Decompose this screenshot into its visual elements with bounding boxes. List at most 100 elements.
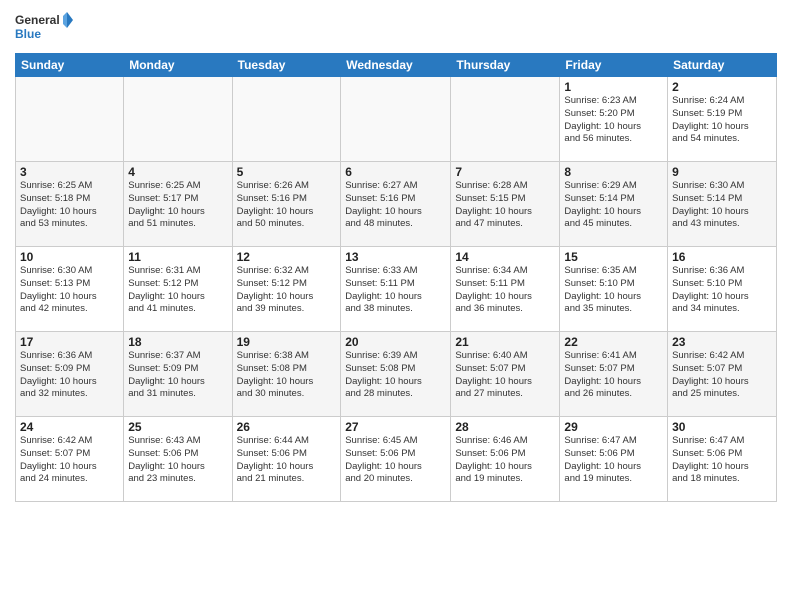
calendar-week-row: 1Sunrise: 6:23 AMSunset: 5:20 PMDaylight… [16, 77, 777, 162]
day-info: Sunrise: 6:36 AMSunset: 5:10 PMDaylight:… [672, 265, 772, 316]
calendar-cell: 27Sunrise: 6:45 AMSunset: 5:06 PMDayligh… [341, 417, 451, 502]
svg-text:General: General [15, 13, 60, 27]
day-info: Sunrise: 6:33 AMSunset: 5:11 PMDaylight:… [345, 265, 446, 316]
calendar-cell: 1Sunrise: 6:23 AMSunset: 5:20 PMDaylight… [560, 77, 668, 162]
day-number: 6 [345, 165, 446, 179]
calendar-header-row: SundayMondayTuesdayWednesdayThursdayFrid… [16, 54, 777, 77]
calendar-week-row: 24Sunrise: 6:42 AMSunset: 5:07 PMDayligh… [16, 417, 777, 502]
day-number: 14 [455, 250, 555, 264]
day-info: Sunrise: 6:46 AMSunset: 5:06 PMDaylight:… [455, 435, 555, 486]
day-number: 13 [345, 250, 446, 264]
day-number: 7 [455, 165, 555, 179]
day-info: Sunrise: 6:25 AMSunset: 5:17 PMDaylight:… [128, 180, 227, 231]
calendar-week-row: 3Sunrise: 6:25 AMSunset: 5:18 PMDaylight… [16, 162, 777, 247]
day-number: 8 [564, 165, 663, 179]
day-info: Sunrise: 6:28 AMSunset: 5:15 PMDaylight:… [455, 180, 555, 231]
weekday-header-tuesday: Tuesday [232, 54, 341, 77]
day-info: Sunrise: 6:42 AMSunset: 5:07 PMDaylight:… [20, 435, 119, 486]
day-info: Sunrise: 6:37 AMSunset: 5:09 PMDaylight:… [128, 350, 227, 401]
day-number: 10 [20, 250, 119, 264]
calendar-cell: 29Sunrise: 6:47 AMSunset: 5:06 PMDayligh… [560, 417, 668, 502]
day-number: 15 [564, 250, 663, 264]
calendar-table: SundayMondayTuesdayWednesdayThursdayFrid… [15, 53, 777, 502]
day-number: 28 [455, 420, 555, 434]
day-number: 17 [20, 335, 119, 349]
day-number: 16 [672, 250, 772, 264]
day-number: 11 [128, 250, 227, 264]
day-number: 5 [237, 165, 337, 179]
calendar-cell [232, 77, 341, 162]
weekday-header-sunday: Sunday [16, 54, 124, 77]
calendar-week-row: 17Sunrise: 6:36 AMSunset: 5:09 PMDayligh… [16, 332, 777, 417]
calendar-cell: 15Sunrise: 6:35 AMSunset: 5:10 PMDayligh… [560, 247, 668, 332]
day-number: 2 [672, 80, 772, 94]
calendar-cell: 8Sunrise: 6:29 AMSunset: 5:14 PMDaylight… [560, 162, 668, 247]
day-number: 23 [672, 335, 772, 349]
day-number: 24 [20, 420, 119, 434]
day-number: 27 [345, 420, 446, 434]
calendar-cell: 16Sunrise: 6:36 AMSunset: 5:10 PMDayligh… [668, 247, 777, 332]
calendar-cell: 17Sunrise: 6:36 AMSunset: 5:09 PMDayligh… [16, 332, 124, 417]
day-info: Sunrise: 6:26 AMSunset: 5:16 PMDaylight:… [237, 180, 337, 231]
day-info: Sunrise: 6:30 AMSunset: 5:13 PMDaylight:… [20, 265, 119, 316]
day-info: Sunrise: 6:27 AMSunset: 5:16 PMDaylight:… [345, 180, 446, 231]
day-number: 9 [672, 165, 772, 179]
calendar-cell: 20Sunrise: 6:39 AMSunset: 5:08 PMDayligh… [341, 332, 451, 417]
day-number: 25 [128, 420, 227, 434]
day-info: Sunrise: 6:45 AMSunset: 5:06 PMDaylight:… [345, 435, 446, 486]
weekday-header-wednesday: Wednesday [341, 54, 451, 77]
day-info: Sunrise: 6:25 AMSunset: 5:18 PMDaylight:… [20, 180, 119, 231]
day-number: 3 [20, 165, 119, 179]
calendar-cell: 24Sunrise: 6:42 AMSunset: 5:07 PMDayligh… [16, 417, 124, 502]
day-info: Sunrise: 6:36 AMSunset: 5:09 PMDaylight:… [20, 350, 119, 401]
weekday-header-saturday: Saturday [668, 54, 777, 77]
calendar-cell: 14Sunrise: 6:34 AMSunset: 5:11 PMDayligh… [451, 247, 560, 332]
calendar-cell [16, 77, 124, 162]
day-number: 12 [237, 250, 337, 264]
day-info: Sunrise: 6:39 AMSunset: 5:08 PMDaylight:… [345, 350, 446, 401]
day-number: 29 [564, 420, 663, 434]
day-number: 26 [237, 420, 337, 434]
day-info: Sunrise: 6:44 AMSunset: 5:06 PMDaylight:… [237, 435, 337, 486]
day-info: Sunrise: 6:47 AMSunset: 5:06 PMDaylight:… [672, 435, 772, 486]
calendar-cell: 12Sunrise: 6:32 AMSunset: 5:12 PMDayligh… [232, 247, 341, 332]
calendar-cell [451, 77, 560, 162]
day-number: 19 [237, 335, 337, 349]
calendar-cell: 6Sunrise: 6:27 AMSunset: 5:16 PMDaylight… [341, 162, 451, 247]
svg-text:Blue: Blue [15, 27, 41, 41]
day-number: 4 [128, 165, 227, 179]
day-info: Sunrise: 6:30 AMSunset: 5:14 PMDaylight:… [672, 180, 772, 231]
calendar-cell: 11Sunrise: 6:31 AMSunset: 5:12 PMDayligh… [124, 247, 232, 332]
calendar-cell: 19Sunrise: 6:38 AMSunset: 5:08 PMDayligh… [232, 332, 341, 417]
calendar-cell [341, 77, 451, 162]
day-info: Sunrise: 6:29 AMSunset: 5:14 PMDaylight:… [564, 180, 663, 231]
calendar-cell: 30Sunrise: 6:47 AMSunset: 5:06 PMDayligh… [668, 417, 777, 502]
page-header: General Blue [15, 10, 777, 48]
calendar-cell: 22Sunrise: 6:41 AMSunset: 5:07 PMDayligh… [560, 332, 668, 417]
calendar-cell: 4Sunrise: 6:25 AMSunset: 5:17 PMDaylight… [124, 162, 232, 247]
calendar-cell: 23Sunrise: 6:42 AMSunset: 5:07 PMDayligh… [668, 332, 777, 417]
day-info: Sunrise: 6:34 AMSunset: 5:11 PMDaylight:… [455, 265, 555, 316]
calendar-cell: 5Sunrise: 6:26 AMSunset: 5:16 PMDaylight… [232, 162, 341, 247]
calendar-cell: 10Sunrise: 6:30 AMSunset: 5:13 PMDayligh… [16, 247, 124, 332]
weekday-header-friday: Friday [560, 54, 668, 77]
day-number: 21 [455, 335, 555, 349]
day-number: 18 [128, 335, 227, 349]
calendar-cell: 28Sunrise: 6:46 AMSunset: 5:06 PMDayligh… [451, 417, 560, 502]
day-number: 20 [345, 335, 446, 349]
weekday-header-thursday: Thursday [451, 54, 560, 77]
day-info: Sunrise: 6:47 AMSunset: 5:06 PMDaylight:… [564, 435, 663, 486]
calendar-cell: 25Sunrise: 6:43 AMSunset: 5:06 PMDayligh… [124, 417, 232, 502]
calendar-cell: 21Sunrise: 6:40 AMSunset: 5:07 PMDayligh… [451, 332, 560, 417]
page-container: General Blue SundayMondayTuesdayWednesda… [0, 0, 792, 507]
day-number: 30 [672, 420, 772, 434]
calendar-cell: 18Sunrise: 6:37 AMSunset: 5:09 PMDayligh… [124, 332, 232, 417]
day-info: Sunrise: 6:42 AMSunset: 5:07 PMDaylight:… [672, 350, 772, 401]
day-info: Sunrise: 6:38 AMSunset: 5:08 PMDaylight:… [237, 350, 337, 401]
day-info: Sunrise: 6:41 AMSunset: 5:07 PMDaylight:… [564, 350, 663, 401]
calendar-week-row: 10Sunrise: 6:30 AMSunset: 5:13 PMDayligh… [16, 247, 777, 332]
calendar-cell: 2Sunrise: 6:24 AMSunset: 5:19 PMDaylight… [668, 77, 777, 162]
day-info: Sunrise: 6:43 AMSunset: 5:06 PMDaylight:… [128, 435, 227, 486]
day-info: Sunrise: 6:31 AMSunset: 5:12 PMDaylight:… [128, 265, 227, 316]
calendar-cell: 9Sunrise: 6:30 AMSunset: 5:14 PMDaylight… [668, 162, 777, 247]
